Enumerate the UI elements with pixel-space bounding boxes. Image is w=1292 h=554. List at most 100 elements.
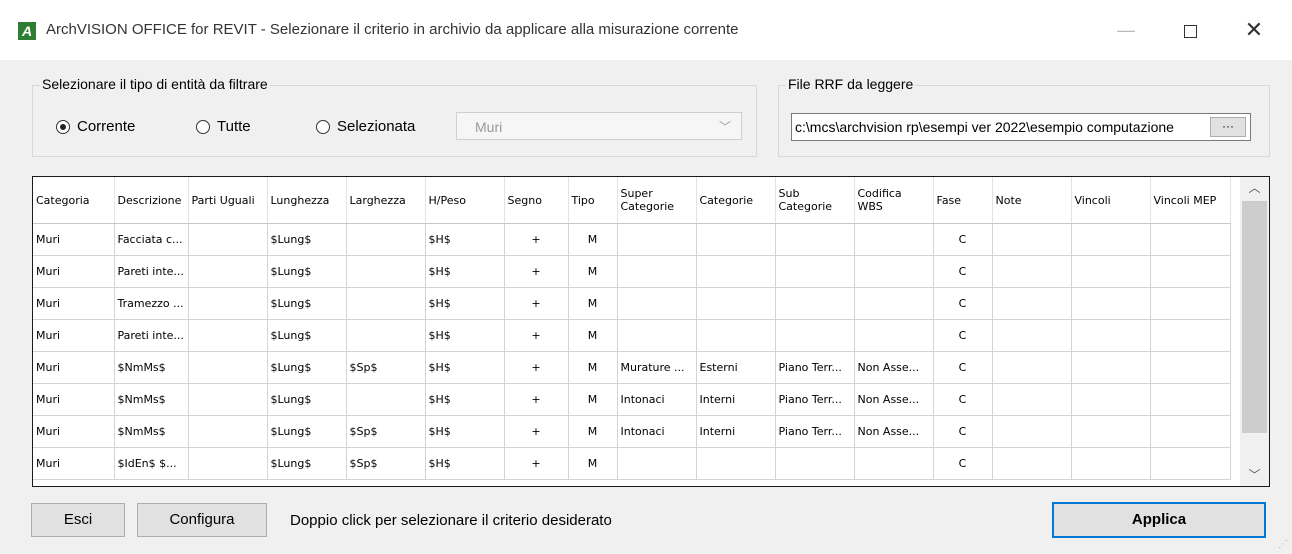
table-cell[interactable]: Pareti inte... xyxy=(114,255,189,288)
table-cell[interactable] xyxy=(1150,287,1231,320)
minimize-button[interactable]: — xyxy=(1106,14,1146,46)
criteria-grid[interactable]: Categoria Descrizione Parti Uguali Lunghezz… xyxy=(32,176,1270,487)
table-cell[interactable] xyxy=(696,287,776,320)
table-cell[interactable] xyxy=(617,447,697,480)
scroll-thumb[interactable] xyxy=(1242,201,1267,433)
browse-button[interactable]: ··· xyxy=(1210,117,1246,137)
table-cell[interactable] xyxy=(346,223,426,256)
table-cell[interactable] xyxy=(617,255,697,288)
table-cell[interactable] xyxy=(1071,415,1151,448)
column-header[interactable]: H/Peso xyxy=(425,177,505,224)
table-cell[interactable]: Non Asse... xyxy=(854,383,934,416)
table-cell[interactable]: Intonaci xyxy=(617,383,697,416)
table-cell[interactable]: $H$ xyxy=(425,415,505,448)
table-cell[interactable]: M xyxy=(568,319,618,352)
table-cell[interactable] xyxy=(992,415,1072,448)
table-cell[interactable]: + xyxy=(504,223,569,256)
table-row[interactable]: Muri $NmMs$ $Lung$ $Sp$ $H$ + M Intonaci Interni… xyxy=(33,415,1231,448)
table-cell[interactable] xyxy=(1150,223,1231,256)
table-cell[interactable] xyxy=(188,319,268,352)
table-cell[interactable]: $H$ xyxy=(425,383,505,416)
table-cell[interactable]: $Lung$ xyxy=(267,287,347,320)
table-cell[interactable]: C xyxy=(933,255,993,288)
table-cell[interactable]: $Lung$ xyxy=(267,223,347,256)
table-cell[interactable] xyxy=(346,255,426,288)
column-header[interactable]: Sub Categorie xyxy=(775,177,855,224)
table-cell[interactable] xyxy=(992,287,1072,320)
table-cell[interactable]: $H$ xyxy=(425,223,505,256)
table-cell[interactable] xyxy=(617,319,697,352)
table-cell[interactable] xyxy=(346,319,426,352)
table-cell[interactable]: Muri xyxy=(33,319,115,352)
table-cell[interactable] xyxy=(696,447,776,480)
table-row[interactable]: Muri Facciata c... $Lung$ $H$ + M C xyxy=(33,223,1231,256)
table-cell[interactable]: M xyxy=(568,223,618,256)
table-cell[interactable]: C xyxy=(933,383,993,416)
table-cell[interactable] xyxy=(617,223,697,256)
table-cell[interactable]: $Lung$ xyxy=(267,447,347,480)
table-cell[interactable]: Muri xyxy=(33,287,115,320)
table-cell[interactable] xyxy=(1071,319,1151,352)
column-header[interactable]: Segno xyxy=(504,177,569,224)
table-cell[interactable]: $H$ xyxy=(425,447,505,480)
table-cell[interactable] xyxy=(992,319,1072,352)
scroll-down-icon[interactable]: ﹀ xyxy=(1240,464,1269,486)
table-cell[interactable]: Non Asse... xyxy=(854,415,934,448)
table-cell[interactable] xyxy=(188,287,268,320)
radio-corrente[interactable]: Corrente xyxy=(56,118,135,135)
table-cell[interactable]: $Lung$ xyxy=(267,351,347,384)
table-cell[interactable] xyxy=(854,287,934,320)
table-row[interactable]: Muri $IdEn$ $... $Lung$ $Sp$ $H$ + M C xyxy=(33,447,1231,480)
table-row[interactable]: Muri $NmMs$ $Lung$ $Sp$ $H$ + M Murature ... Est… xyxy=(33,351,1231,384)
table-cell[interactable]: Muri xyxy=(33,223,115,256)
table-cell[interactable]: Interni xyxy=(696,383,776,416)
table-cell[interactable]: $Sp$ xyxy=(346,415,426,448)
table-cell[interactable]: M xyxy=(568,447,618,480)
table-cell[interactable]: $H$ xyxy=(425,287,505,320)
table-cell[interactable] xyxy=(1150,415,1231,448)
table-cell[interactable] xyxy=(992,383,1072,416)
table-cell[interactable] xyxy=(1071,447,1151,480)
table-cell[interactable]: + xyxy=(504,383,569,416)
table-cell[interactable]: M xyxy=(568,255,618,288)
close-button[interactable]: ✕ xyxy=(1234,14,1274,46)
radio-selezionata[interactable]: Selezionata xyxy=(316,118,415,135)
column-header[interactable]: Categoria xyxy=(33,177,115,224)
table-cell[interactable] xyxy=(188,223,268,256)
table-cell[interactable]: Tramezzo ... xyxy=(114,287,189,320)
table-cell[interactable] xyxy=(346,383,426,416)
column-header[interactable]: Vincoli xyxy=(1071,177,1151,224)
table-cell[interactable] xyxy=(188,255,268,288)
table-cell[interactable] xyxy=(188,415,268,448)
table-cell[interactable]: $Lung$ xyxy=(267,383,347,416)
table-cell[interactable]: $NmMs$ xyxy=(114,351,189,384)
table-cell[interactable]: C xyxy=(933,319,993,352)
table-cell[interactable]: C xyxy=(933,447,993,480)
table-cell[interactable] xyxy=(696,319,776,352)
table-cell[interactable]: Muri xyxy=(33,415,115,448)
table-cell[interactable] xyxy=(992,351,1072,384)
entity-type-combo[interactable]: Muri ﹀ xyxy=(456,112,742,140)
table-cell[interactable]: Muri xyxy=(33,383,115,416)
configura-button[interactable]: Configura xyxy=(137,503,267,537)
table-cell[interactable] xyxy=(775,447,855,480)
table-cell[interactable] xyxy=(992,223,1072,256)
table-cell[interactable]: Intonaci xyxy=(617,415,697,448)
table-cell[interactable]: $NmMs$ xyxy=(114,415,189,448)
table-cell[interactable]: C xyxy=(933,415,993,448)
applica-button[interactable]: Applica xyxy=(1052,502,1266,538)
column-header[interactable]: Vincoli MEP xyxy=(1150,177,1231,224)
rrf-path-input[interactable]: c:\mcs\archvision rp\esempi ver 2022\ese… xyxy=(791,113,1251,141)
table-cell[interactable] xyxy=(696,255,776,288)
table-cell[interactable]: + xyxy=(504,351,569,384)
column-header[interactable]: Note xyxy=(992,177,1072,224)
table-cell[interactable] xyxy=(854,255,934,288)
table-cell[interactable] xyxy=(775,255,855,288)
table-cell[interactable]: $Lung$ xyxy=(267,255,347,288)
table-cell[interactable] xyxy=(1150,351,1231,384)
table-cell[interactable] xyxy=(188,383,268,416)
table-cell[interactable] xyxy=(992,255,1072,288)
table-cell[interactable] xyxy=(992,447,1072,480)
column-header[interactable]: Fase xyxy=(933,177,993,224)
table-cell[interactable] xyxy=(1150,383,1231,416)
